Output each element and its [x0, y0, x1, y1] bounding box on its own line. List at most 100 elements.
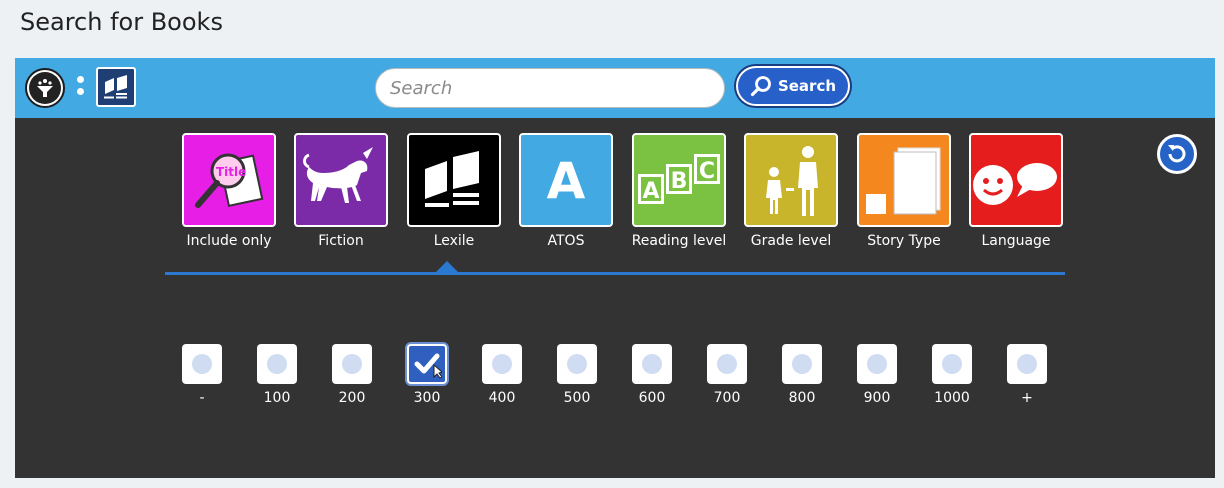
tab-tile: [969, 133, 1063, 227]
level-option-selected[interactable]: 300: [405, 344, 449, 406]
tab-tile: Title: [182, 133, 276, 227]
level-checkbox[interactable]: [332, 344, 372, 384]
category-tabs: Title Include only Fiction Lexile A ATOS…: [173, 133, 1063, 263]
tab-label: ATOS: [547, 233, 585, 249]
reset-icon: [1168, 145, 1186, 163]
level-checkbox[interactable]: [932, 344, 972, 384]
level-option[interactable]: 1000: [930, 344, 974, 406]
title-magnifier-icon: Title: [195, 153, 264, 208]
level-option[interactable]: 200: [330, 344, 374, 406]
level-label: 200: [338, 390, 366, 406]
tab-label: Grade level: [750, 233, 832, 249]
unchecked-dot-icon: [942, 354, 962, 374]
magnifier-icon: [750, 76, 771, 97]
search-panel: Search Title Include only: [15, 58, 1215, 478]
books-icon: [425, 151, 479, 207]
level-checkbox[interactable]: [857, 344, 897, 384]
funnel-icon: [29, 72, 61, 104]
level-checkbox[interactable]: [782, 344, 822, 384]
child-adult-icon: [766, 146, 818, 216]
unchecked-dot-icon: [267, 354, 287, 374]
abc-blocks-icon: A B C: [638, 154, 720, 204]
level-label: 500: [563, 390, 591, 406]
unchecked-dot-icon: [717, 354, 737, 374]
tab-include-only[interactable]: Title Include only: [173, 133, 285, 263]
svg-text:A: A: [547, 152, 586, 210]
unchecked-dot-icon: [492, 354, 512, 374]
level-label: 1000: [934, 390, 970, 406]
tab-tile: [407, 133, 501, 227]
search-button[interactable]: Search: [736, 66, 850, 106]
level-checkbox[interactable]: [557, 344, 597, 384]
level-label: 100: [263, 390, 291, 406]
tab-atos[interactable]: A ATOS: [510, 133, 622, 263]
unchecked-dot-icon: [567, 354, 587, 374]
svg-text:A: A: [642, 179, 659, 204]
level-checkbox[interactable]: [182, 344, 222, 384]
level-option[interactable]: 100: [255, 344, 299, 406]
search-input[interactable]: [375, 68, 725, 108]
letter-a-icon: A: [547, 152, 586, 210]
tab-underline: [165, 272, 1065, 275]
level-checkbox[interactable]: [407, 344, 447, 384]
tab-tile: A B C: [632, 133, 726, 227]
lexile-levels: - 100 200 300 400 500 600 700 800 900 10…: [180, 344, 1060, 414]
unicorn-icon: [303, 147, 373, 203]
search-button-label: Search: [777, 77, 837, 95]
level-option[interactable]: +: [1005, 344, 1049, 406]
more-options-icon[interactable]: [77, 76, 85, 102]
level-checkbox[interactable]: [257, 344, 297, 384]
tab-fiction[interactable]: Fiction: [285, 133, 397, 263]
level-checkbox[interactable]: [707, 344, 747, 384]
tab-label: Language: [981, 233, 1051, 249]
book-mode-button[interactable]: [96, 67, 136, 107]
level-label: 300: [413, 390, 441, 406]
svg-text:Title: Title: [216, 165, 246, 179]
tab-tile: A: [519, 133, 613, 227]
svg-text:C: C: [699, 159, 715, 184]
tab-grade-level[interactable]: Grade level: [735, 133, 847, 263]
tab-label: Reading level: [631, 233, 727, 249]
level-label: 600: [638, 390, 666, 406]
tab-story-type[interactable]: Story Type: [848, 133, 960, 263]
level-label: 700: [713, 390, 741, 406]
level-option[interactable]: 500: [555, 344, 599, 406]
page-title: Search for Books: [20, 8, 223, 36]
tab-language[interactable]: Language: [960, 133, 1072, 263]
level-checkbox[interactable]: [482, 344, 522, 384]
level-label: 900: [863, 390, 891, 406]
tab-tile: [857, 133, 951, 227]
reset-button[interactable]: [1157, 134, 1197, 174]
level-checkbox[interactable]: [632, 344, 672, 384]
level-option[interactable]: 400: [480, 344, 524, 406]
tab-tile: [294, 133, 388, 227]
level-label: 400: [488, 390, 516, 406]
speech-face-icon: [973, 163, 1057, 205]
level-option[interactable]: 800: [780, 344, 824, 406]
unchecked-dot-icon: [792, 354, 812, 374]
level-option[interactable]: 900: [855, 344, 899, 406]
unchecked-dot-icon: [867, 354, 887, 374]
level-checkbox[interactable]: [1007, 344, 1047, 384]
level-option[interactable]: 700: [705, 344, 749, 406]
tab-tile: [744, 133, 838, 227]
svg-text:B: B: [671, 169, 688, 194]
books-icon: [104, 75, 127, 99]
unchecked-dot-icon: [642, 354, 662, 374]
tab-reading-level[interactable]: A B C Reading level: [623, 133, 735, 263]
level-label: +: [1021, 390, 1033, 406]
level-label: -: [199, 390, 205, 406]
filter-button[interactable]: [25, 68, 65, 108]
tab-lexile[interactable]: Lexile: [398, 133, 510, 263]
tab-label: Fiction: [318, 233, 364, 249]
book-sizes-icon: [866, 147, 941, 215]
search-toolbar: Search: [15, 58, 1215, 118]
level-option[interactable]: -: [180, 344, 224, 406]
unchecked-dot-icon: [192, 354, 212, 374]
level-label: 800: [788, 390, 816, 406]
checkmark-icon: [414, 353, 442, 379]
selected-tab-pointer: [436, 261, 458, 272]
tab-label: Story Type: [867, 233, 941, 249]
level-option[interactable]: 600: [630, 344, 674, 406]
tab-label: Include only: [186, 233, 272, 249]
